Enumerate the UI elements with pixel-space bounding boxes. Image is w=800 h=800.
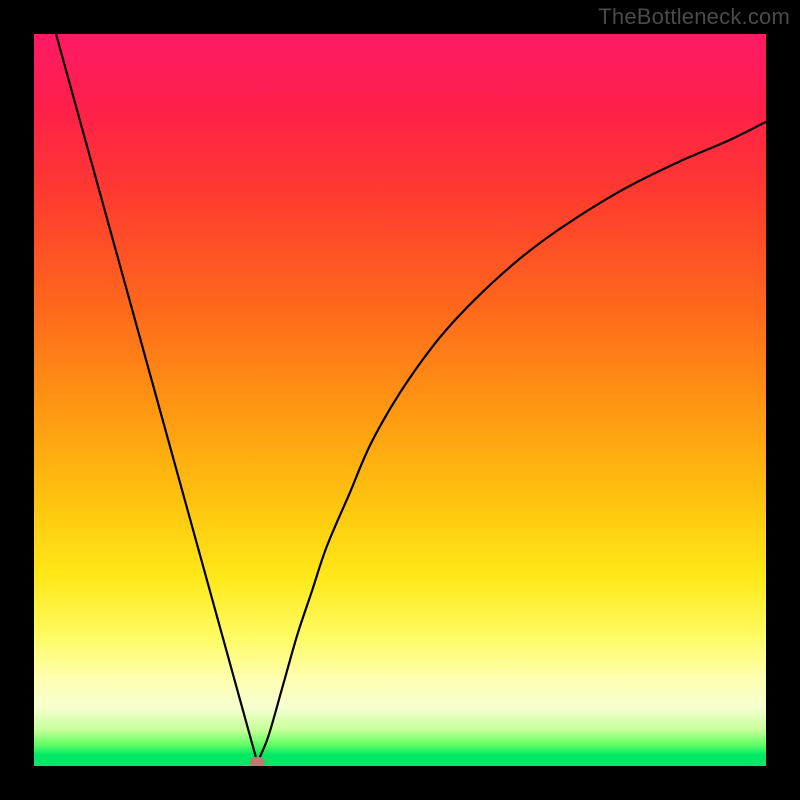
plot-area xyxy=(34,34,766,766)
watermark-text: TheBottleneck.com xyxy=(598,4,790,30)
minimum-marker xyxy=(250,757,264,766)
chart-frame: TheBottleneck.com xyxy=(0,0,800,800)
curve-svg xyxy=(34,34,766,766)
bottleneck-curve xyxy=(56,34,766,762)
